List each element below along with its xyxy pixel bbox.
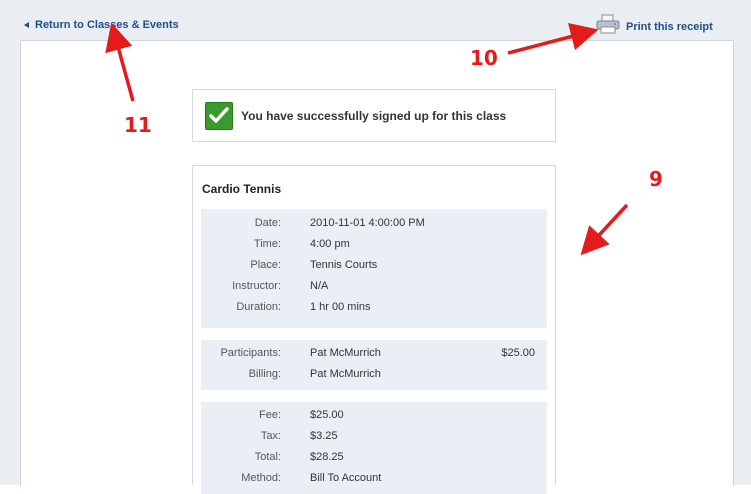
annotation-9: 9: [649, 167, 663, 191]
arrow-10: [507, 22, 599, 55]
arrow-11: [105, 22, 135, 102]
arrow-9: [580, 203, 629, 256]
annotation-arrows: [105, 22, 629, 256]
annotation-10: 10: [470, 46, 498, 70]
annotation-11: 11: [124, 113, 152, 137]
